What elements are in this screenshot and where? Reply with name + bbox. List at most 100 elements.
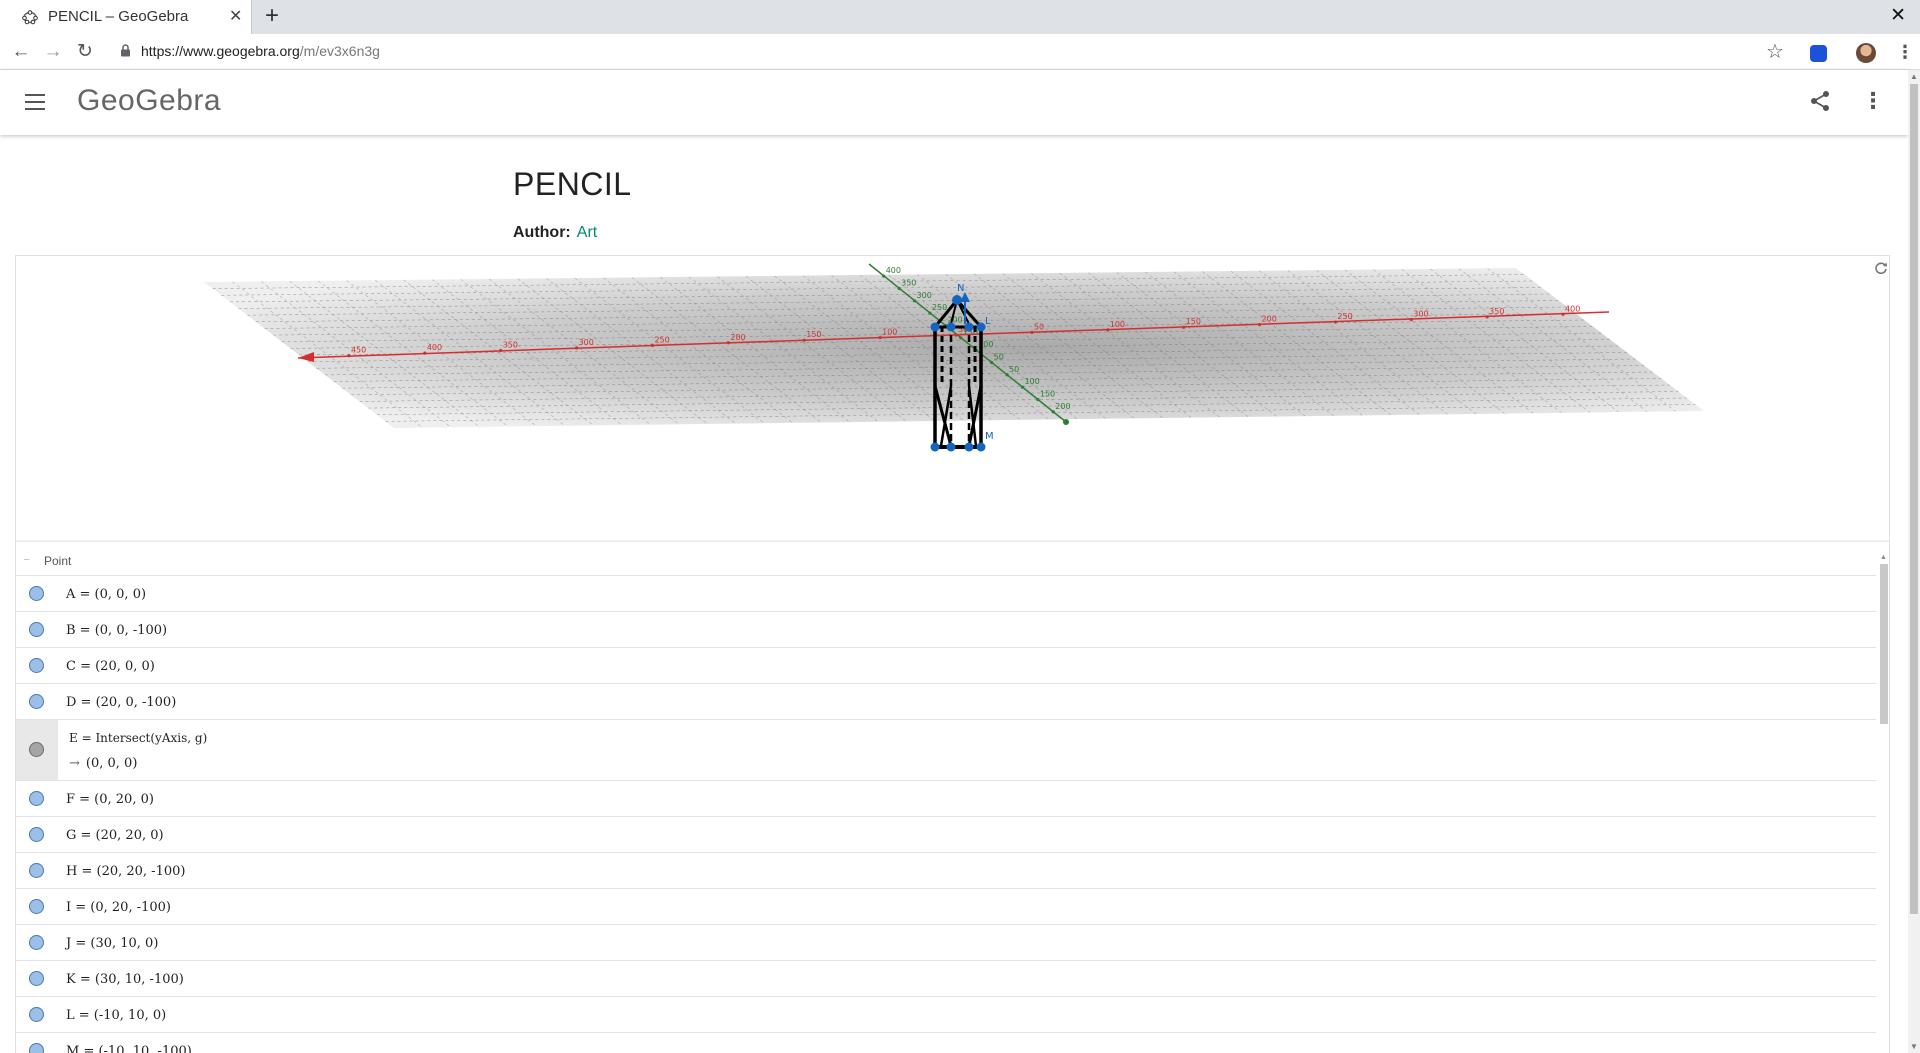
reload-icon[interactable]: ↻ [72, 39, 98, 65]
visibility-toggle[interactable] [16, 720, 58, 780]
x-axis-tick-label: 200 [730, 333, 745, 342]
algebra-row[interactable]: B = (0, 0, -100) [16, 612, 1876, 648]
x-axis-tick-label: 250 [1337, 312, 1352, 321]
algebra-definition[interactable]: L = (-10, 10, 0) [66, 1008, 166, 1023]
x-axis-tick-label: 300 [1413, 309, 1428, 318]
tab-close-icon[interactable]: ✕ [229, 6, 242, 26]
browser-tab-strip: PENCIL – GeoGebra ✕ + ✕ [0, 0, 1920, 34]
x-axis-tick-label: 450 [351, 346, 366, 355]
point-visibility-icon[interactable] [29, 622, 44, 637]
hamburger-menu-icon[interactable] [25, 94, 45, 110]
page-scrollbar[interactable]: ▲ ▼ [1908, 70, 1920, 1053]
point-visibility-icon[interactable] [29, 863, 44, 878]
visibility-toggle[interactable] [16, 1033, 58, 1053]
visibility-toggle[interactable] [16, 817, 58, 852]
y-axis-tick-label: 50 [994, 353, 1004, 362]
algebra-definition[interactable]: F = (0, 20, 0) [66, 792, 154, 807]
algebra-row[interactable]: I = (0, 20, -100) [16, 889, 1876, 925]
algebra-row[interactable]: F = (0, 20, 0) [16, 781, 1876, 817]
back-icon[interactable]: ← [8, 39, 34, 65]
point-visibility-icon[interactable] [29, 935, 44, 950]
y-axis-tick-label: 400 [886, 266, 901, 275]
algebra-row[interactable]: D = (20, 0, -100) [16, 684, 1876, 720]
algebra-definition[interactable]: H = (20, 20, -100) [66, 864, 185, 879]
visibility-toggle[interactable] [16, 853, 58, 888]
algebra-row[interactable]: K = (30, 10, -100) [16, 961, 1876, 997]
algebra-definition[interactable]: J = (30, 10, 0) [66, 936, 158, 951]
point-visibility-icon[interactable] [29, 899, 44, 914]
browser-menu-icon[interactable]: ⋮ [1896, 42, 1914, 63]
algebra-row[interactable]: H = (20, 20, -100) [16, 853, 1876, 889]
geogebra-applet: 400 350 300 250 200 150 100 50 50 100 150 200 450 40… [15, 255, 1890, 1053]
y-axis-tick-label: 200 [1055, 402, 1070, 411]
point-visibility-icon[interactable] [29, 1007, 44, 1022]
collapse-icon[interactable]: – [24, 554, 30, 565]
visibility-toggle[interactable] [16, 925, 58, 960]
browser-tab[interactable]: PENCIL – GeoGebra ✕ [0, 0, 252, 34]
point-visibility-icon[interactable] [29, 742, 44, 757]
forward-icon[interactable]: → [40, 39, 66, 65]
algebra-group-label: Point [44, 554, 72, 568]
algebra-definition[interactable]: I = (0, 20, -100) [66, 900, 171, 915]
extension-icon[interactable] [1810, 45, 1827, 62]
visibility-toggle[interactable] [16, 781, 58, 816]
algebra-row[interactable]: G = (20, 20, 0) [16, 817, 1876, 853]
point-visibility-icon[interactable] [29, 971, 44, 986]
output-arrow-icon: → [69, 756, 80, 771]
view-divider[interactable] [16, 540, 1889, 542]
algebra-definition[interactable]: B = (0, 0, -100) [66, 623, 167, 638]
x-axis-tick-label: 100 [1110, 320, 1125, 329]
visibility-toggle[interactable] [16, 648, 58, 683]
scroll-up-icon[interactable]: ▲ [1910, 72, 1918, 81]
profile-avatar[interactable] [1856, 43, 1876, 63]
point-visibility-icon[interactable] [29, 586, 44, 601]
point-visibility-icon[interactable] [29, 658, 44, 673]
graphics-3d-view[interactable]: 4003503002502001501005050100150200 450 40… [16, 256, 1890, 541]
x-axis-tick-label: 350 [503, 341, 518, 350]
algebra-row[interactable]: C = (20, 0, 0) [16, 648, 1876, 684]
point-visibility-icon[interactable] [29, 694, 44, 709]
algebra-definition[interactable]: E = Intersect(yAxis, g) [69, 731, 207, 745]
point-visibility-icon[interactable] [29, 1043, 44, 1053]
algebra-row[interactable]: E = Intersect(yAxis, g) → (0, 0, 0) [16, 720, 1876, 781]
algebra-row[interactable]: J = (30, 10, 0) [16, 925, 1876, 961]
x-axis-tick-label: 400 [427, 343, 442, 352]
geogebra-logo[interactable]: GeoGebra [77, 84, 221, 118]
visibility-toggle[interactable] [16, 889, 58, 924]
visibility-toggle[interactable] [16, 997, 58, 1032]
window-close-icon[interactable]: ✕ [1890, 4, 1906, 27]
algebra-scroll-up-icon[interactable]: ▲ [1880, 554, 1887, 561]
algebra-definition[interactable]: G = (20, 20, 0) [66, 828, 164, 843]
algebra-definition[interactable]: M = (-10, 10, -100) [66, 1044, 192, 1053]
x-axis-tick-label: 50 [1034, 322, 1044, 331]
algebra-definition[interactable]: D = (20, 0, -100) [66, 695, 176, 710]
author-line: Author: Art [513, 224, 597, 242]
algebra-scrollbar[interactable]: ▲ [1879, 554, 1889, 1053]
point-visibility-icon[interactable] [29, 827, 44, 842]
address-bar[interactable]: https://www.geogebra.org/m/ev3x6n3g [141, 43, 380, 59]
more-options-icon[interactable]: ⋮ [1862, 88, 1884, 114]
algebra-row[interactable]: M = (-10, 10, -100) [16, 1033, 1876, 1053]
visibility-toggle[interactable] [16, 576, 58, 611]
share-icon[interactable] [1809, 90, 1831, 112]
point-visibility-icon[interactable] [29, 791, 44, 806]
visibility-toggle[interactable] [16, 612, 58, 647]
visibility-toggle[interactable] [16, 684, 58, 719]
scroll-down-icon[interactable]: ▼ [1910, 1042, 1918, 1051]
algebra-row[interactable]: L = (-10, 10, 0) [16, 997, 1876, 1033]
algebra-definition[interactable]: C = (20, 0, 0) [66, 659, 155, 674]
algebra-definition[interactable]: A = (0, 0, 0) [66, 587, 146, 602]
bookmark-star-icon[interactable]: ☆ [1766, 39, 1784, 64]
algebra-scrollbar-thumb[interactable] [1880, 564, 1888, 724]
y-axis-tick-label: 300 [917, 291, 932, 300]
author-link[interactable]: Art [577, 224, 597, 241]
point-label-l: L [985, 316, 991, 327]
visibility-toggle[interactable] [16, 961, 58, 996]
reset-icon[interactable] [1874, 261, 1888, 275]
algebra-group-header[interactable]: – Point [16, 546, 1876, 576]
new-tab-icon[interactable]: + [265, 2, 279, 30]
geogebra-header: GeoGebra ⋮ [0, 70, 1908, 135]
page-scrollbar-thumb[interactable] [1910, 84, 1918, 914]
algebra-row[interactable]: A = (0, 0, 0) [16, 576, 1876, 612]
algebra-definition[interactable]: K = (30, 10, -100) [66, 972, 184, 987]
